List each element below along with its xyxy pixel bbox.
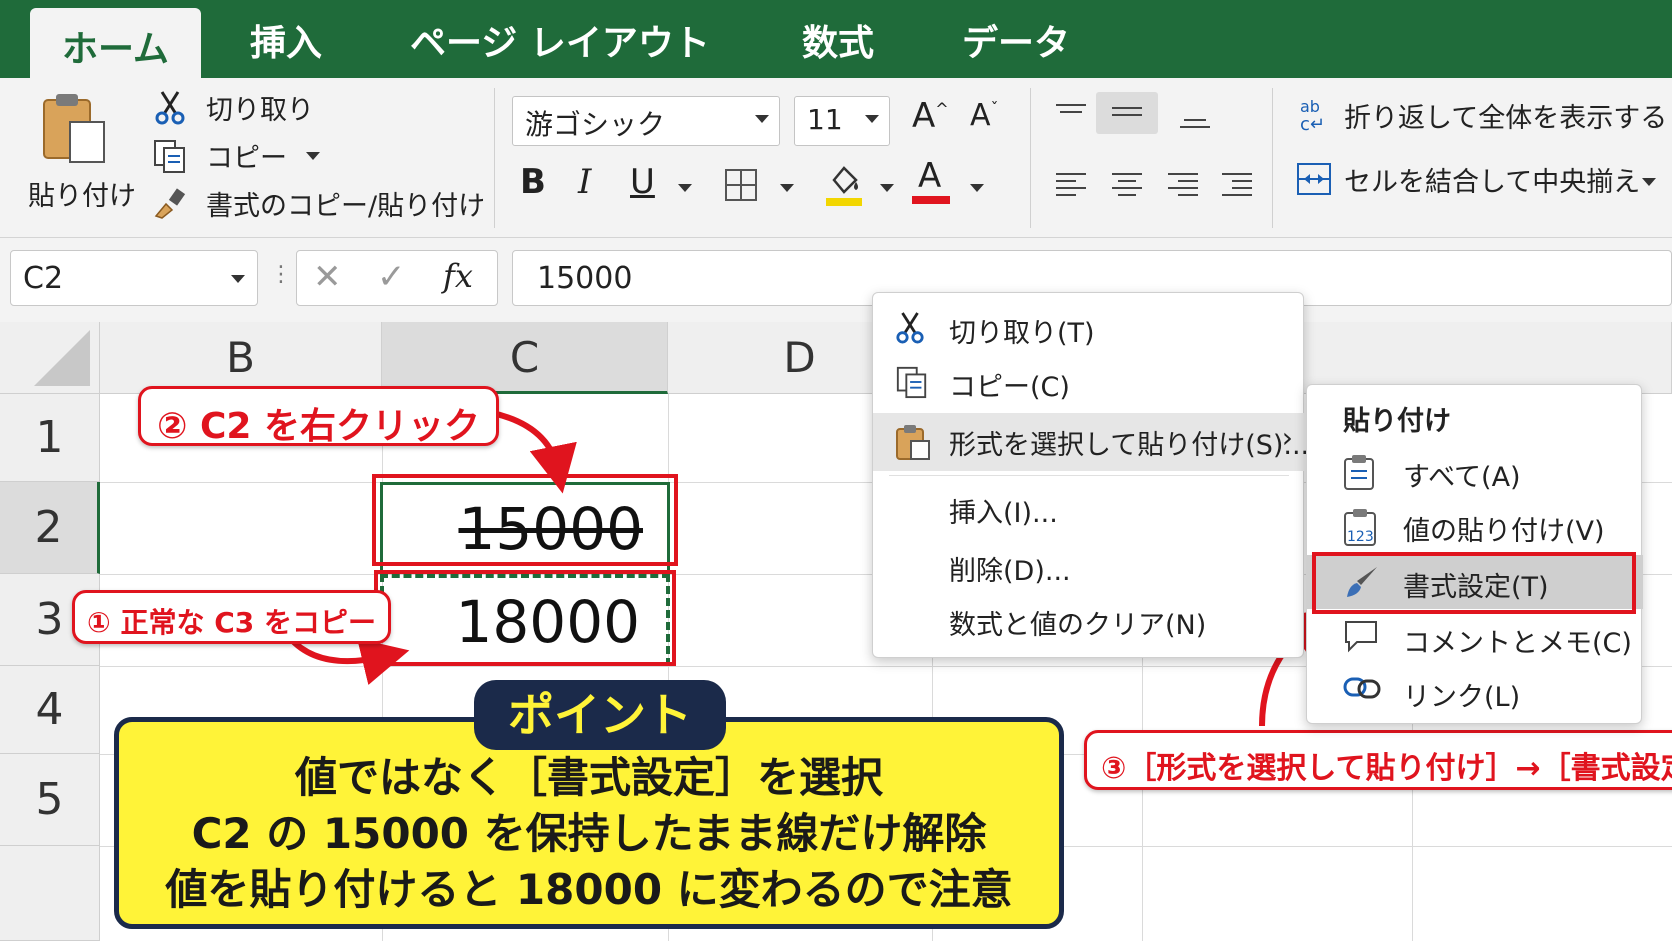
menu-item-clear-contents-label: 数式と値のクリア(N) [949,610,1207,641]
submenu-item-paste-all[interactable]: すべて(A) [1307,445,1643,499]
paste-submenu-title: 貼り付け [1343,406,1451,437]
menu-item-delete-label: 削除(D)... [949,556,1071,587]
comment-icon [1345,621,1377,653]
callout-step2: ② C2 を右クリック [138,386,500,447]
point-tag: ポイント [474,680,726,750]
scissors-icon [896,312,924,344]
menu-item-paste-special[interactable]: 形式を選択して貼り付け(S)... › [873,413,1309,471]
menu-item-cut[interactable]: 切り取り(T) [873,301,1305,355]
menu-item-clear-contents[interactable]: 数式と値のクリア(N) [873,593,1305,647]
callout-step1: ① 正常な C3 をコピー [72,590,391,644]
submenu-item-comments-notes[interactable]: コメントとメモ(C) [1307,611,1643,665]
paste-all-icon [1344,455,1374,490]
highlight-box-paste-formatting [1312,552,1636,614]
menu-item-cut-label: 切り取り(T) [949,318,1095,349]
paste-values-icon: 123 [1344,509,1376,546]
context-menu: 切り取り(T) コピー(C) 形式を選択して貼り付け(S)... › 挿入(I)… [872,292,1309,658]
menu-item-paste-special-label: 形式を選択して貼り付け(S)... [949,430,1310,461]
submenu-arrow-icon: › [1281,421,1293,454]
submenu-item-paste-values[interactable]: 123 値の貼り付け(V) [1307,499,1643,553]
menu-item-copy[interactable]: コピー(C) [873,355,1305,409]
submenu-item-paste-link-label: リンク(L) [1403,682,1521,713]
svg-text:123: 123 [1347,529,1374,545]
menu-item-copy-label: コピー(C) [949,372,1070,403]
paste-special-icon [896,425,930,460]
submenu-item-paste-all-label: すべて(A) [1403,462,1521,493]
submenu-item-comments-notes-label: コメントとメモ(C) [1403,628,1632,659]
point-line-1: 値ではなく［書式設定］を選択 [294,753,883,802]
menu-item-insert-label: 挿入(I)... [949,498,1058,529]
point-line-3: 値を貼り付けると 18000 に変わるので注意 [165,865,1013,914]
callout-step3: ③［形式を選択して貼り付け］→［書式設定］ [1084,730,1672,790]
submenu-item-paste-values-label: 値の貼り付け(V) [1403,516,1605,547]
submenu-item-paste-link[interactable]: リンク(L) [1307,665,1643,719]
menu-item-insert[interactable]: 挿入(I)... [873,481,1305,535]
point-line-2: C2 の 15000 を保持したまま線だけ解除 [191,809,987,858]
copy-icon [896,366,927,399]
menu-item-delete[interactable]: 削除(D)... [873,539,1305,593]
link-icon [1343,677,1381,699]
menu-separator [889,475,1289,476]
